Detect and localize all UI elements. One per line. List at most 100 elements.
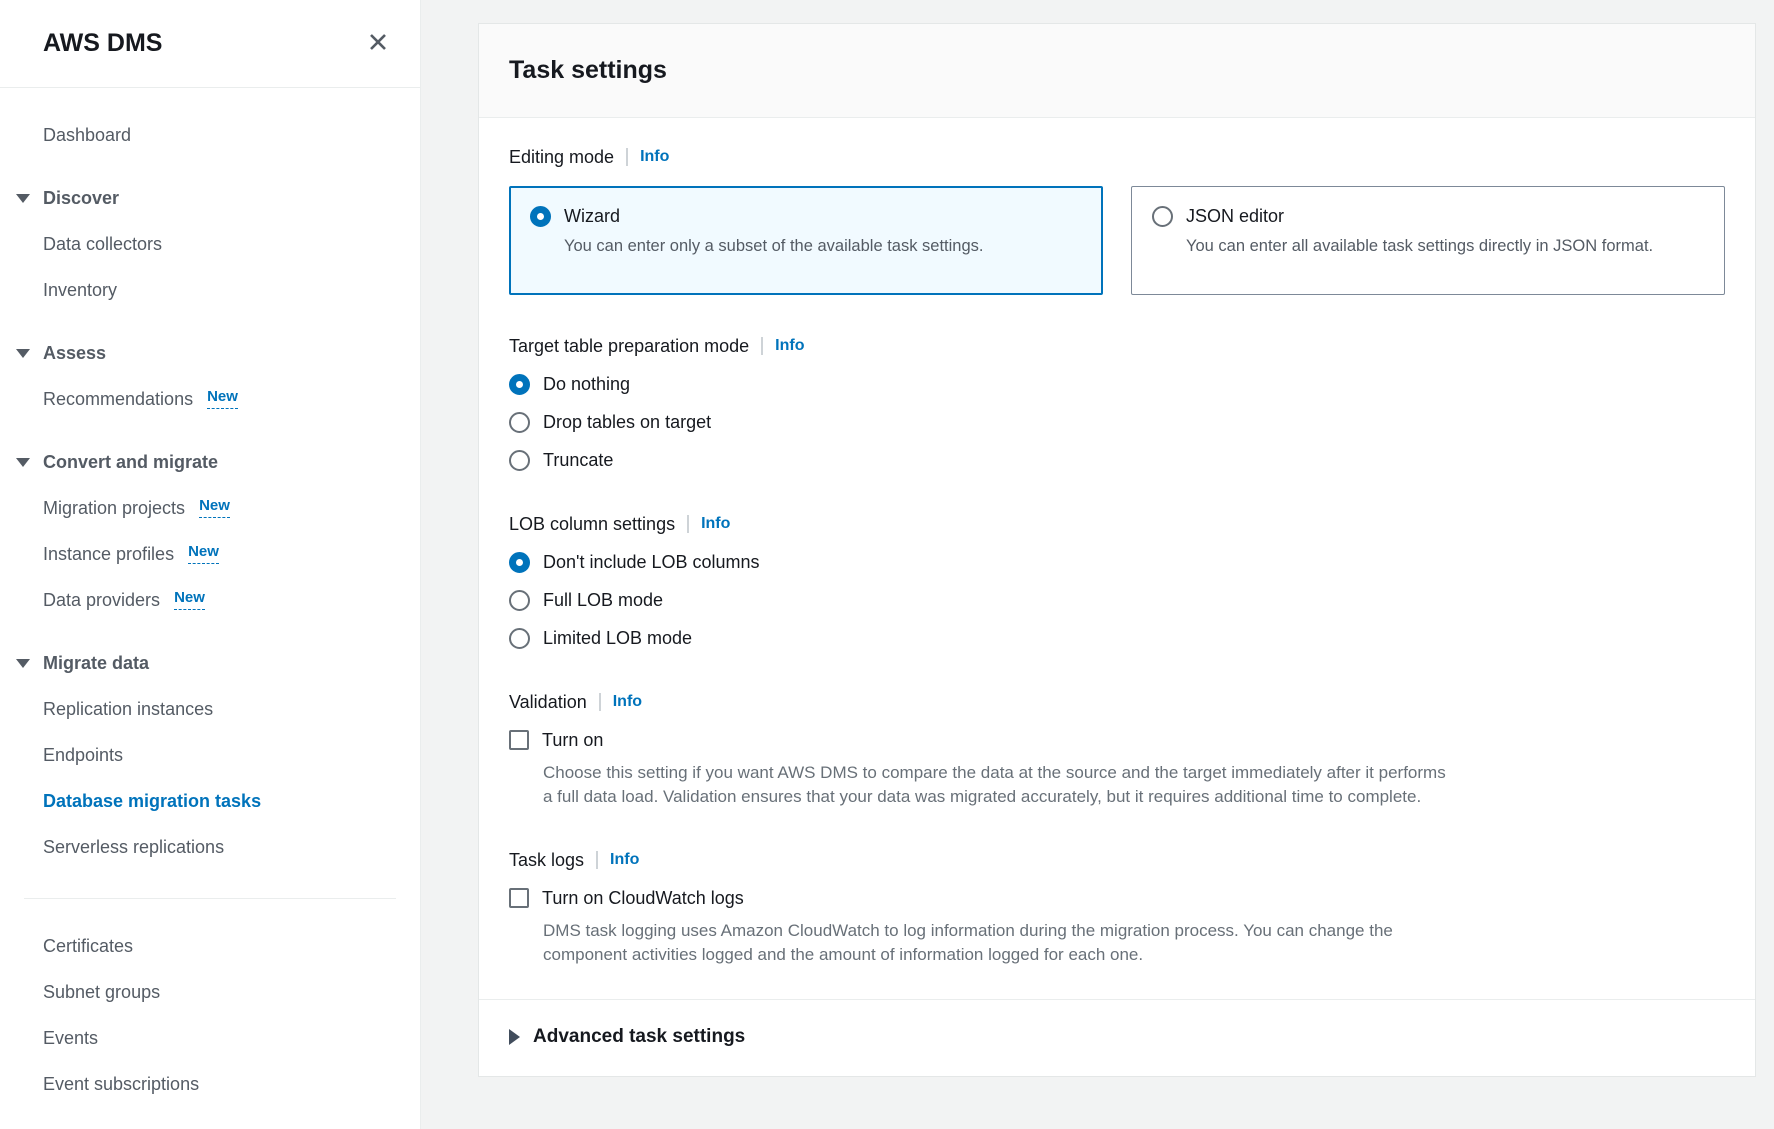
validation-checkbox-label: Turn on [542,730,603,751]
info-link[interactable]: Info [640,148,669,166]
sidebar-item-label: Data providers [43,590,160,611]
editing-mode-label: Editing mode [509,147,614,168]
lob-label: LOB column settings [509,514,675,535]
checkbox-unchecked-icon[interactable] [509,888,529,908]
radio-selected-icon[interactable] [509,374,530,395]
card-body: Editing mode Info Wizard You can enter on… [479,118,1755,967]
editing-mode-group: Editing mode Info Wizard You can enter on… [509,146,1725,295]
label-separator [687,515,689,533]
target-table-label: Target table preparation mode [509,336,749,357]
sidebar-item-events[interactable]: Events [0,1015,420,1061]
sidebar-item-replication-instances[interactable]: Replication instances [0,686,420,732]
sidebar-item-endpoints[interactable]: Endpoints [0,732,420,778]
sidebar-item-label: Migration projects [43,498,185,519]
info-link[interactable]: Info [701,515,730,533]
sidebar-item-label: Inventory [43,280,117,301]
radio-option-label: Do nothing [543,374,630,395]
tile-radio-row: Wizard [530,206,1082,227]
caret-down-icon [16,458,30,467]
radio-icon[interactable] [509,590,530,611]
target-table-label-row: Target table preparation mode Info [509,335,1725,357]
validation-label-row: Validation Info [509,691,1725,713]
sidebar-item-label: Serverless replications [43,837,224,858]
sidebar-item-label: Events [43,1028,98,1049]
sidebar-item-database-migration-tasks[interactable]: Database migration tasks [0,778,420,824]
sidebar-item-certificates[interactable]: Certificates [0,923,420,969]
radio-option-label: Drop tables on target [543,412,711,433]
radio-icon[interactable] [509,412,530,433]
tile-radio-row: JSON editor [1152,206,1704,227]
new-badge: New [174,590,205,610]
advanced-task-settings-expander[interactable]: Advanced task settings [509,1026,1725,1048]
task-logs-checkbox-label: Turn on CloudWatch logs [542,888,744,909]
sidebar-section-label: Convert and migrate [43,452,218,473]
checkbox-unchecked-icon[interactable] [509,730,529,750]
radio-icon[interactable] [509,450,530,471]
validation-description: Choose this setting if you want AWS DMS … [543,761,1458,809]
validation-turn-on-checkbox-row[interactable]: Turn on [509,727,1725,753]
editing-mode-option-json-editor[interactable]: JSON editor You can enter all available t… [1131,186,1725,295]
task-logs-group: Task logs Info Turn on CloudWatch logs D… [509,849,1725,967]
task-logs-label-row: Task logs Info [509,849,1725,871]
sidebar-title: AWS DMS [43,29,162,58]
new-badge: New [207,389,238,409]
sidebar-item-label: Database migration tasks [43,791,261,812]
radio-selected-icon[interactable] [509,552,530,573]
sidebar-item-label: Certificates [43,936,133,957]
sidebar-item-label: Recommendations [43,389,193,410]
editing-mode-option-wizard[interactable]: Wizard You can enter only a subset of the… [509,186,1103,295]
sidebar: AWS DMS Dashboard Discover Data collectors… [0,0,421,1129]
sidebar-nav: Dashboard Discover Data collectors Inventor… [0,88,420,1107]
radio-option-label: Limited LOB mode [543,628,692,649]
info-link[interactable]: Info [775,337,804,355]
close-button[interactable] [364,30,392,58]
caret-right-icon [509,1029,520,1045]
sidebar-item-serverless-replications[interactable]: Serverless replications [0,824,420,870]
tile-description: You can enter only a subset of the avail… [564,234,1082,258]
validation-label: Validation [509,692,587,713]
sidebar-item-inventory[interactable]: Inventory [0,267,420,313]
sidebar-item-dashboard[interactable]: Dashboard [0,112,420,158]
sidebar-section-label: Discover [43,188,119,209]
label-separator [761,337,763,355]
radio-icon[interactable] [1152,206,1173,227]
validation-group: Validation Info Turn on Choose this sett… [509,691,1725,809]
sidebar-item-migration-projects[interactable]: Migration projectsNew [0,485,420,531]
sidebar-item-recommendations[interactable]: Recommendations New [0,376,420,422]
sidebar-item-data-providers[interactable]: Data providers New [0,577,420,623]
info-link[interactable]: Info [613,693,642,711]
sidebar-item-label: Dashboard [43,125,131,146]
sidebar-section-migrate-data[interactable]: Migrate data [0,640,420,686]
cloudwatch-logs-checkbox-row[interactable]: Turn on CloudWatch logs [509,885,1725,911]
radio-option-label: Don't include LOB columns [543,552,760,573]
sidebar-item-instance-profiles[interactable]: Instance profilesNew [0,531,420,577]
sidebar-item-label: Event subscriptions [43,1074,199,1095]
radio-option-don-t-include-lob-columns[interactable]: Don't include LOB columns [509,549,1725,575]
lob-options: Don't include LOB columns Full LOB mode Li… [509,549,1725,651]
sidebar-section-assess[interactable]: Assess [0,330,420,376]
close-icon [367,31,389,56]
task-logs-description: DMS task logging uses Amazon CloudWatch … [543,919,1458,967]
radio-option-do-nothing[interactable]: Do nothing [509,371,1725,397]
radio-option-truncate[interactable]: Truncate [509,447,1725,473]
target-table-options: Do nothing Drop tables on target Truncate [509,371,1725,473]
sidebar-item-data-collectors[interactable]: Data collectors [0,221,420,267]
label-separator [596,851,598,869]
sidebar-section-discover[interactable]: Discover [0,175,420,221]
radio-icon[interactable] [509,628,530,649]
info-link[interactable]: Info [610,851,639,869]
radio-option-label: Full LOB mode [543,590,663,611]
radio-option-full-lob-mode[interactable]: Full LOB mode [509,587,1725,613]
radio-option-limited-lob-mode[interactable]: Limited LOB mode [509,625,1725,651]
tile-description: You can enter all available task setting… [1186,234,1704,258]
radio-option-drop-tables-on-target[interactable]: Drop tables on target [509,409,1725,435]
sidebar-item-subnet-groups[interactable]: Subnet groups [0,969,420,1015]
tile-title: JSON editor [1186,206,1284,227]
sidebar-item-event-subscriptions[interactable]: Event subscriptions [0,1061,420,1107]
task-settings-card: Task settings Editing mode Info WizardYo… [478,23,1756,1077]
editing-mode-label-row: Editing mode Info [509,146,1725,168]
sidebar-item-label: Data collectors [43,234,162,255]
radio-selected-icon[interactable] [530,206,551,227]
radio-option-label: Truncate [543,450,613,471]
sidebar-section-convert-and-migrate[interactable]: Convert and migrate [0,439,420,485]
